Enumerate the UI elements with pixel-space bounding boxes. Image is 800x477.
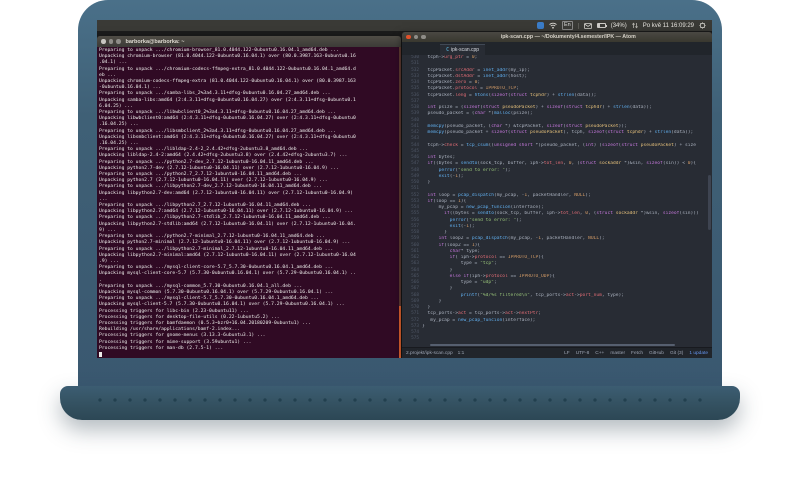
terminal-line: Unpacking samba-libs:amd64 (2:4.3.11+dfs… [99,97,356,103]
terminal-scrollbar[interactable] [398,47,401,358]
atom-minimize-button[interactable] [413,34,418,40]
atom-window-title: ipk-scan.cpp — ~/Dokumenty/4.semester/IP… [500,34,636,40]
terminal-cursor-line [99,351,399,358]
app-indicator-icon[interactable] [536,22,544,29]
tray-separator [577,22,579,29]
terminal-line: Unpacking chromium-browser (81.0.4044.12… [99,54,356,60]
terminal-line: Unpacking libpython2.7-minimal:amd64 (2.… [99,252,356,258]
screen: En (34%) Po kvě 11 16:09:29 barborka@bar… [97,20,712,358]
atom-window: ipk-scan.cpp — ~/Dokumenty/4.semester/IP… [402,32,712,358]
terminal-minimize-button[interactable] [108,39,113,44]
atom-maximize-button[interactable] [421,34,426,40]
status-item-lf[interactable]: LF [564,351,570,356]
status-item-utf-8[interactable]: UTF-8 [576,351,590,356]
terminal-line: Unpacking libwbclient0:amd64 (2:4.3.11+d… [99,116,356,122]
session-gear-icon[interactable] [699,22,706,29]
code-line: 575 [402,336,712,342]
keyboard-layout-indicator[interactable]: En [561,21,573,30]
wifi-icon[interactable] [549,22,557,29]
keyboard-vent-dots [96,396,704,404]
status-item-fetch[interactable]: Fetch [631,351,643,356]
cpp-file-icon: C [446,47,450,53]
terminal-line: Unpacking mysql-client-core-5.7 (5.7.30-… [99,271,356,277]
terminal-cursor [99,351,102,357]
clock[interactable]: Po kvě 11 16:09:29 [643,23,694,29]
terminal-output[interactable]: Preparing to unpack .../chromium-browser… [97,47,401,358]
terminal-line: Unpacking libsmbclient:amd64 (2:4.3.11+d… [99,134,356,140]
top-panel: En (34%) Po kvě 11 16:09:29 [97,20,712,31]
terminal-window: barborka@barborka: ~ Preparing to unpack… [97,36,401,358]
terminal-titlebar[interactable]: barborka@barborka: ~ [97,36,401,47]
battery-percent: (34%) [610,22,627,29]
battery-icon[interactable] [596,23,607,28]
editor-horizontal-scrollbar[interactable] [402,343,712,347]
terminal-line: Preparing to unpack .../chromium-codecs-… [99,66,356,72]
atom-titlebar[interactable]: ipk-scan.cpp — ~/Dokumenty/4.semester/IP… [402,32,712,42]
terminal-title: barborka@barborka: ~ [125,38,185,45]
tab-label: ipk-scan.cpp [451,47,480,53]
atom-tab-bar: C ipk-scan.cpp [402,42,712,55]
laptop-base [60,386,740,420]
status-item-git-3-[interactable]: Git (3) [670,351,683,356]
status-item-master[interactable]: master [610,351,625,356]
code-editor[interactable]: 530 tcph->urg_ptr = 0; 531 532 tcpPacket.s… [402,55,712,343]
status-item-c-[interactable]: C++ [595,351,604,356]
terminal-maximize-button[interactable] [116,39,121,44]
status-item-github[interactable]: GitHub [649,351,664,356]
status-cursor-position[interactable]: 1:1 [458,351,465,356]
atom-close-button[interactable] [406,34,411,40]
tab-ipk-scan-cpp[interactable]: C ipk-scan.cpp [440,44,486,55]
network-arrows-icon[interactable] [631,22,638,29]
terminal-close-button[interactable] [101,39,106,44]
editor-vertical-scrollbar[interactable] [708,175,711,230]
status-file-path[interactable]: 2.projekt/ipk-scan.cpp [406,351,453,356]
atom-statusbar: 2.projekt/ipk-scan.cpp 1:1 LF UTF-8 C++ mas… [402,347,712,358]
mail-icon[interactable] [583,22,592,29]
status-item-1-update[interactable]: 1 update [689,351,708,356]
line-number: 575 [411,336,419,342]
terminal-line: Unpacking libpython2.7-stdlib:amd64 (2.7… [99,221,356,227]
laptop-mockup: En (34%) Po kvě 11 16:09:29 barborka@bar… [0,0,800,477]
